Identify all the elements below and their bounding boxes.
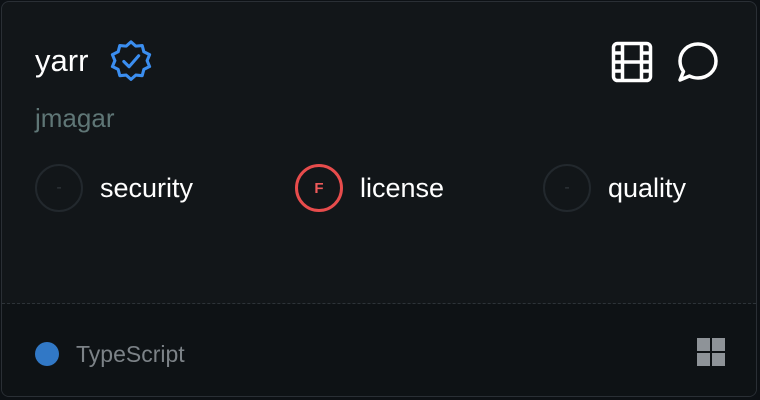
license-grade-badge: F	[295, 164, 343, 212]
grid-cell	[712, 338, 725, 351]
quality-grade-badge: -	[543, 164, 591, 212]
title-row: yarr	[35, 38, 154, 84]
card-footer: TypeScript	[2, 304, 756, 396]
license-label: license	[360, 173, 445, 203]
grid-cell	[697, 338, 710, 351]
quality-label: quality	[608, 173, 687, 203]
metric-license[interactable]: F license	[295, 164, 444, 212]
repo-card: yarr jmagar - security F license - quali…	[1, 1, 757, 397]
language-name: TypeScript	[76, 341, 185, 367]
metric-security[interactable]: - security	[35, 164, 193, 212]
language-color-dot	[35, 342, 59, 366]
security-grade-badge: -	[35, 164, 83, 212]
chat-bubble-icon	[678, 42, 718, 82]
grid-cell	[697, 353, 710, 366]
film-icon	[611, 41, 653, 83]
comments-button[interactable]	[676, 40, 720, 84]
card-actions	[610, 40, 720, 84]
security-label: security	[100, 173, 194, 203]
metrics-row: - security F license - quality	[35, 164, 735, 214]
verified-badge-icon	[111, 40, 152, 81]
language-indicator: TypeScript	[35, 339, 185, 369]
repo-name[interactable]: yarr	[35, 39, 88, 83]
grid-icon[interactable]	[697, 338, 725, 366]
media-button[interactable]	[610, 40, 654, 84]
grid-cell	[712, 353, 725, 366]
metric-quality[interactable]: - quality	[543, 164, 686, 212]
repo-owner[interactable]: jmagar	[35, 100, 114, 136]
